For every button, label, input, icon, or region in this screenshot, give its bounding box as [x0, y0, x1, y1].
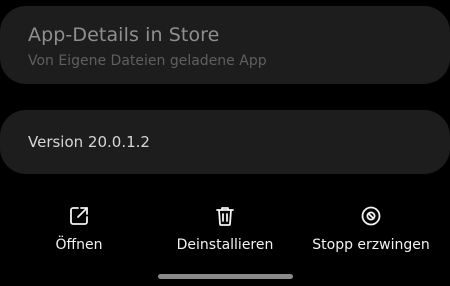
store-card-subtitle: Von Eigene Dateien geladene App	[28, 53, 267, 69]
trash-icon	[216, 207, 234, 226]
uninstall-label: Deinstallieren	[176, 237, 274, 253]
force-stop-label: Stopp erzwingen	[312, 237, 430, 253]
open-label: Öffnen	[55, 237, 103, 253]
open-button[interactable]: Öffnen	[54, 204, 104, 253]
app-info-screen: App-Details in Store Von Eigene Dateien …	[0, 0, 450, 286]
version-card: Version 20.0.1.2	[0, 110, 450, 174]
home-indicator-bar[interactable]	[158, 274, 293, 279]
app-details-in-store-card[interactable]: App-Details in Store Von Eigene Dateien …	[0, 6, 450, 84]
version-text: Version 20.0.1.2	[28, 133, 150, 151]
open-external-icon	[70, 207, 88, 225]
uninstall-button[interactable]: Deinstallieren	[175, 204, 275, 253]
force-stop-button[interactable]: Stopp erzwingen	[312, 204, 430, 253]
store-card-title: App-Details in Store	[28, 24, 220, 46]
block-icon	[361, 206, 381, 226]
